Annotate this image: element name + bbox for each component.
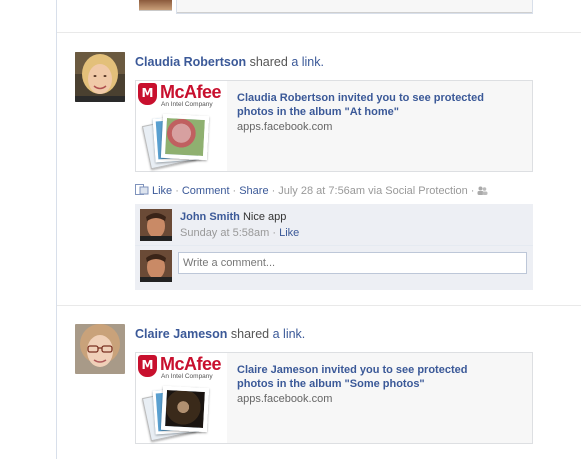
write-comment-row	[135, 247, 533, 289]
story-actions: Like · Comment · Share · July 28 at 7:56am via…	[135, 184, 488, 197]
story-headline: Claudia Robertson shared a link.	[135, 55, 324, 69]
mcafee-shield-icon: M	[138, 355, 157, 377]
mcafee-logo: M McAfee An Intel Company	[138, 82, 228, 111]
link-attachment[interactable]: M McAfee An Intel Company Claire Jameson…	[135, 352, 533, 444]
previous-comment-box	[176, 0, 533, 14]
mcafee-tagline: An Intel Company	[161, 101, 213, 108]
photo-stack-icon	[141, 385, 224, 442]
attachment-title[interactable]: Claudia Robertson invited you to see pro…	[237, 91, 507, 119]
mcafee-brand-text: McAfee	[160, 354, 222, 374]
shared-link[interactable]: a link.	[273, 327, 306, 341]
attachment-thumbnail[interactable]: M McAfee An Intel Company	[136, 353, 227, 443]
feed-left-border	[56, 0, 57, 459]
story-separator	[57, 305, 581, 306]
comment-item: John Smith Nice app Sunday at 5:58am · L…	[135, 204, 533, 246]
mcafee-tagline: An Intel Company	[161, 373, 213, 380]
link-attachment[interactable]: M McAfee An Intel Company Claudia Robert…	[135, 80, 533, 172]
comments-section: John Smith Nice app Sunday at 5:58am · L…	[135, 204, 533, 290]
attachment-domain: apps.facebook.com	[237, 393, 333, 405]
comment-meta: Sunday at 5:58am · Like	[180, 227, 300, 239]
next-actions-cutoff	[135, 454, 535, 459]
avatar[interactable]	[75, 324, 125, 374]
mcafee-brand-text: McAfee	[160, 82, 222, 102]
story-headline: Claire Jameson shared a link.	[135, 327, 305, 341]
attachment-domain: apps.facebook.com	[237, 121, 333, 133]
actor-name-link[interactable]: Claire Jameson	[135, 327, 227, 341]
feed-story: Claire Jameson shared a link. M McAfee A…	[75, 324, 535, 459]
comment-author-link[interactable]: John Smith	[180, 211, 240, 223]
attachment-thumbnail[interactable]: M McAfee An Intel Company	[136, 81, 227, 171]
current-user-avatar[interactable]	[140, 250, 172, 282]
link-icon	[135, 184, 149, 195]
comment-text: Nice app	[242, 211, 287, 223]
photo-stack-icon	[141, 113, 224, 170]
feed-story: Claudia Robertson shared a link. M McAfe…	[75, 52, 535, 292]
comment-input[interactable]	[178, 252, 527, 274]
avatar[interactable]	[75, 52, 125, 102]
story-verb: shared	[230, 327, 270, 341]
attachment-title[interactable]: Claire Jameson invited you to see protec…	[237, 363, 507, 391]
like-link[interactable]: Like	[152, 185, 172, 197]
actor-name-link[interactable]: Claudia Robertson	[135, 55, 246, 69]
share-link[interactable]: Share	[239, 185, 268, 197]
story-timestamp[interactable]: July 28 at 7:56am via Social Protection	[278, 185, 468, 197]
comment-link[interactable]: Comment	[182, 185, 230, 197]
mcafee-shield-icon: M	[138, 83, 157, 105]
friends-privacy-icon[interactable]	[477, 185, 488, 197]
commenter-avatar[interactable]	[140, 209, 172, 241]
comment-like-link[interactable]: Like	[279, 227, 299, 239]
mcafee-logo: M McAfee An Intel Company	[138, 354, 228, 383]
comment-body: John Smith Nice app	[180, 211, 286, 223]
shared-link[interactable]: a link.	[291, 55, 324, 69]
story-verb: shared	[249, 55, 288, 69]
comment-timestamp[interactable]: Sunday at 5:58am	[180, 227, 269, 239]
previous-commenter-avatar[interactable]	[139, 0, 172, 11]
story-separator	[57, 32, 581, 33]
